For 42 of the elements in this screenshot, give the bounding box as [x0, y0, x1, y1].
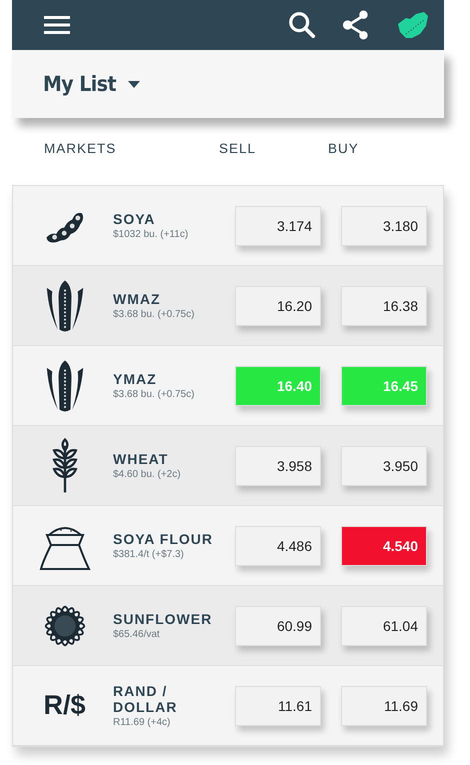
- sell-price[interactable]: 3.958: [235, 446, 321, 486]
- market-row[interactable]: WMAZ $3.68 bu. (+0.75c) 16.20 16.38: [13, 266, 443, 346]
- market-row[interactable]: SOYA $1032 bu. (+11c) 3.174 3.180: [13, 186, 443, 266]
- buy-price[interactable]: 3.950: [341, 446, 427, 486]
- sell-price[interactable]: 4.486: [235, 526, 321, 566]
- market-row[interactable]: R/$ RAND / DOLLAR R11.69 (+4c) 11.61 11.69: [13, 666, 443, 746]
- market-detail: $4.60 bu. (+2c): [113, 469, 182, 480]
- column-header: MARKETS: [44, 141, 116, 156]
- market-detail: $381.4/t (+$7.3): [113, 549, 185, 560]
- market-name: YMAZ: [113, 371, 158, 387]
- buy-price[interactable]: 61.04: [341, 606, 427, 646]
- market-detail: $3.68 bu. (+0.75c): [113, 389, 196, 400]
- buy-price[interactable]: 3.180: [341, 206, 427, 246]
- market-detail: $3.68 bu. (+0.75c): [113, 309, 196, 320]
- currency-symbol: R/$: [43, 690, 86, 721]
- buy-price[interactable]: 16.38: [341, 286, 427, 326]
- column-header: BUY: [328, 141, 359, 156]
- market-detail: $1032 bu. (+11c): [113, 229, 190, 240]
- market-name: SOYA: [113, 211, 156, 227]
- market-row[interactable]: WHEAT $4.60 bu. (+2c) 3.958 3.950: [13, 426, 443, 506]
- sell-price[interactable]: 16.20: [235, 286, 321, 326]
- market-detail: R11.69 (+4c): [113, 717, 172, 728]
- share-icon[interactable]: [342, 10, 370, 40]
- market-row[interactable]: SOYA FLOUR $381.4/t (+$7.3) 4.486 4.540: [13, 506, 443, 586]
- sell-price[interactable]: 60.99: [235, 606, 321, 646]
- caret-icon: [128, 80, 140, 88]
- search-icon[interactable]: [288, 10, 316, 40]
- market-row[interactable]: SUNFLOWER $65.46/vat 60.99 61.04: [13, 586, 443, 666]
- market-name: SOYA FLOUR: [113, 531, 214, 547]
- buy-price[interactable]: 11.69: [341, 686, 427, 726]
- menu-icon[interactable]: [44, 15, 70, 35]
- market-name: WHEAT: [113, 451, 170, 467]
- buy-price[interactable]: 4.540: [341, 526, 427, 566]
- market-name: WMAZ: [113, 291, 162, 307]
- market-name: SUNFLOWER: [113, 611, 214, 627]
- list-dropdown[interactable]: My List: [43, 72, 140, 96]
- market-detail: $65.46/vat: [113, 629, 161, 640]
- column-header: SELL: [219, 141, 256, 156]
- map-icon[interactable]: [396, 10, 430, 40]
- sell-price[interactable]: 11.61: [235, 686, 321, 726]
- market-name: RAND / DOLLAR: [113, 683, 178, 715]
- sell-price[interactable]: 3.174: [235, 206, 321, 246]
